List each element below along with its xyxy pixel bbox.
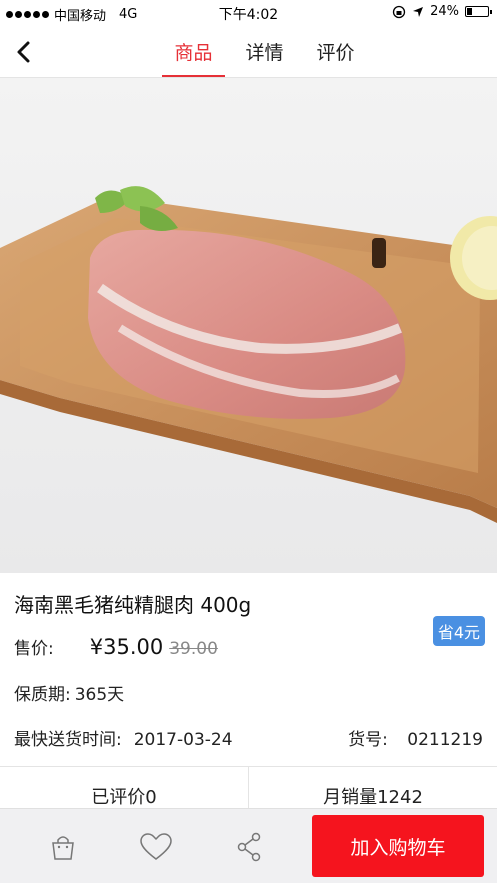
- stats-bar: 已评价0 月销量1242: [0, 766, 497, 811]
- monthly-sales: 月销量1242: [248, 767, 497, 811]
- sku-label: 货号:: [348, 730, 388, 750]
- share-icon: [237, 832, 261, 862]
- reviewed-count[interactable]: 已评价0: [0, 767, 248, 811]
- location-icon: [413, 6, 424, 17]
- section-tabs: 商品 详情 评价: [162, 26, 375, 77]
- ship-date: 2017-03-24: [133, 730, 233, 750]
- price-row: 售价: ¥35.00 39.00: [14, 634, 218, 659]
- current-price: ¥35.00: [89, 635, 164, 659]
- tab-details[interactable]: 详情: [233, 26, 296, 77]
- sku-value: 0211219: [407, 730, 483, 750]
- savings-badge: 省4元: [432, 616, 485, 646]
- back-button[interactable]: [10, 38, 38, 66]
- cart-button[interactable]: [43, 827, 83, 867]
- sku-row: 货号: 0211219: [348, 725, 483, 750]
- tab-reviews[interactable]: 评价: [304, 26, 367, 77]
- shelf-life-label: 保质期:: [14, 685, 71, 705]
- shopping-bag-icon: [52, 836, 74, 860]
- product-image-carousel[interactable]: [0, 78, 497, 573]
- orientation-lock-icon: [392, 5, 406, 18]
- ship-label: 最快送货时间:: [14, 730, 122, 750]
- tab-product[interactable]: 商品: [162, 26, 225, 77]
- battery-percent: 24%: [430, 4, 459, 19]
- add-to-cart-button[interactable]: 加入购物车: [312, 815, 484, 877]
- favorite-button[interactable]: [136, 827, 176, 867]
- status-bar: 中国移动 4G 下午4:02 24%: [0, 0, 497, 26]
- price-label: 售价:: [14, 639, 54, 659]
- heart-icon: [140, 833, 172, 860]
- product-title: 海南黑毛猪纯精腿肉 400g: [14, 593, 252, 617]
- chevron-left-icon: [17, 41, 30, 63]
- shipping-row: 最快送货时间: 2017-03-24: [14, 725, 233, 750]
- battery-icon: [465, 6, 492, 17]
- product-photo: [0, 186, 497, 523]
- original-price: 39.00: [169, 639, 218, 659]
- bottom-action-bar: 加入购物车: [0, 808, 497, 883]
- share-button[interactable]: [229, 827, 269, 867]
- shelf-life-row: 保质期: 365天: [14, 680, 124, 705]
- shelf-life-value: 365天: [74, 685, 125, 705]
- top-nav: 商品 详情 评价: [0, 26, 497, 78]
